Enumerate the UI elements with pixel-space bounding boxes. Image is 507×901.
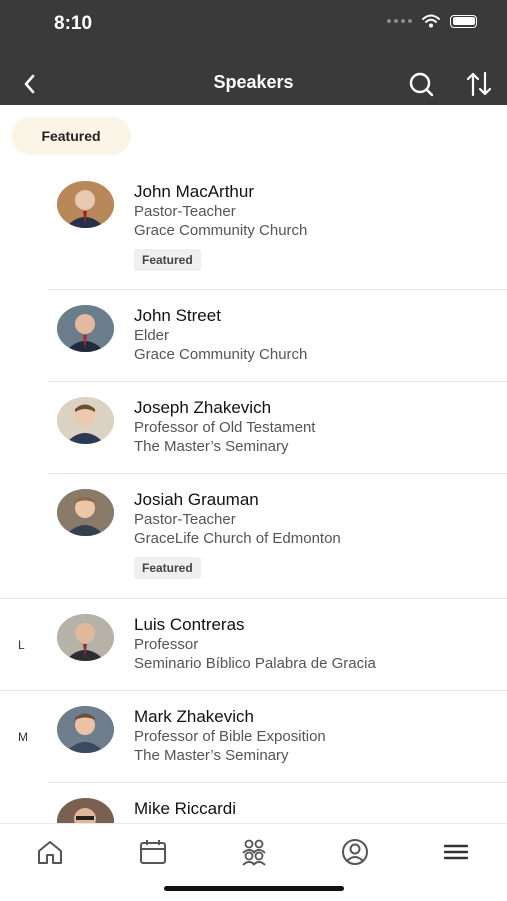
menu-icon <box>443 844 469 860</box>
avatar <box>57 489 114 536</box>
speaker-organization: Seminario Bíblico Palabra de Gracia <box>134 655 376 672</box>
speaker-name: John Street <box>134 306 221 325</box>
sort-icon[interactable] <box>464 69 494 99</box>
speaker-organization: GraceLife Church of Edmonton <box>134 530 341 547</box>
home-indicator <box>164 886 344 891</box>
section-letter[interactable]: M <box>18 730 28 744</box>
tab-home[interactable] <box>30 838 70 868</box>
speaker-role: Professor of Old Testament <box>134 419 316 436</box>
speaker-list: John MacArthur Pastor-Teacher Grace Comm… <box>0 165 507 845</box>
speaker-role: Pastor-Teacher <box>134 203 236 220</box>
featured-badge: Featured <box>134 249 201 271</box>
section-letter[interactable]: L <box>18 638 25 652</box>
status-icons <box>387 14 477 28</box>
speaker-row[interactable]: John Street Elder Grace Community Church <box>0 290 507 382</box>
avatar <box>57 614 114 661</box>
speaker-row[interactable]: Josiah Grauman Pastor-Teacher GraceLife … <box>0 474 507 599</box>
speaker-name: Josiah Grauman <box>134 490 259 509</box>
wifi-icon <box>422 14 440 28</box>
home-icon <box>38 841 62 864</box>
speaker-name: John MacArthur <box>134 182 254 201</box>
tab-speakers[interactable] <box>234 838 274 868</box>
profile-icon <box>342 839 368 865</box>
speaker-row[interactable]: John MacArthur Pastor-Teacher Grace Comm… <box>0 165 507 290</box>
tab-menu[interactable] <box>436 838 476 868</box>
featured-badge: Featured <box>134 557 201 579</box>
speaker-row[interactable]: Joseph Zhakevich Professor of Old Testam… <box>0 382 507 474</box>
avatar <box>57 397 114 444</box>
calendar-icon <box>140 840 166 864</box>
signal-icon <box>387 19 412 23</box>
tab-profile[interactable] <box>335 838 375 868</box>
top-bar: 8:10 Speakers <box>0 0 507 105</box>
speaker-name: Mark Zhakevich <box>134 707 254 726</box>
speaker-name: Mike Riccardi <box>134 799 237 818</box>
speaker-role: Pastor-Teacher <box>134 511 236 528</box>
avatar <box>57 706 114 753</box>
tab-calendar[interactable] <box>133 838 173 868</box>
speaker-organization: Grace Community Church <box>134 346 308 363</box>
speaker-organization: The Master’s Seminary <box>134 747 289 764</box>
status-time: 8:10 <box>54 13 93 34</box>
speaker-row[interactable]: M Mark Zhakevich Professor of Bible Expo… <box>0 691 507 783</box>
speaker-organization: Grace Community Church <box>134 222 308 239</box>
battery-icon <box>450 14 477 28</box>
people-icon <box>242 839 266 866</box>
speaker-role: Professor of Bible Exposition <box>134 728 326 745</box>
search-icon[interactable] <box>406 69 436 99</box>
speaker-role: Elder <box>134 327 170 344</box>
speaker-name: Joseph Zhakevich <box>134 398 272 417</box>
avatar <box>57 305 114 352</box>
speaker-role: Professor <box>134 636 199 653</box>
featured-filter-chip[interactable]: Featured <box>11 117 131 155</box>
speaker-organization: The Master’s Seminary <box>134 438 289 455</box>
avatar <box>57 181 114 228</box>
speaker-name: Luis Contreras <box>134 615 245 634</box>
speaker-row[interactable]: L Luis Contreras Professor Seminario Bíb… <box>0 599 507 691</box>
